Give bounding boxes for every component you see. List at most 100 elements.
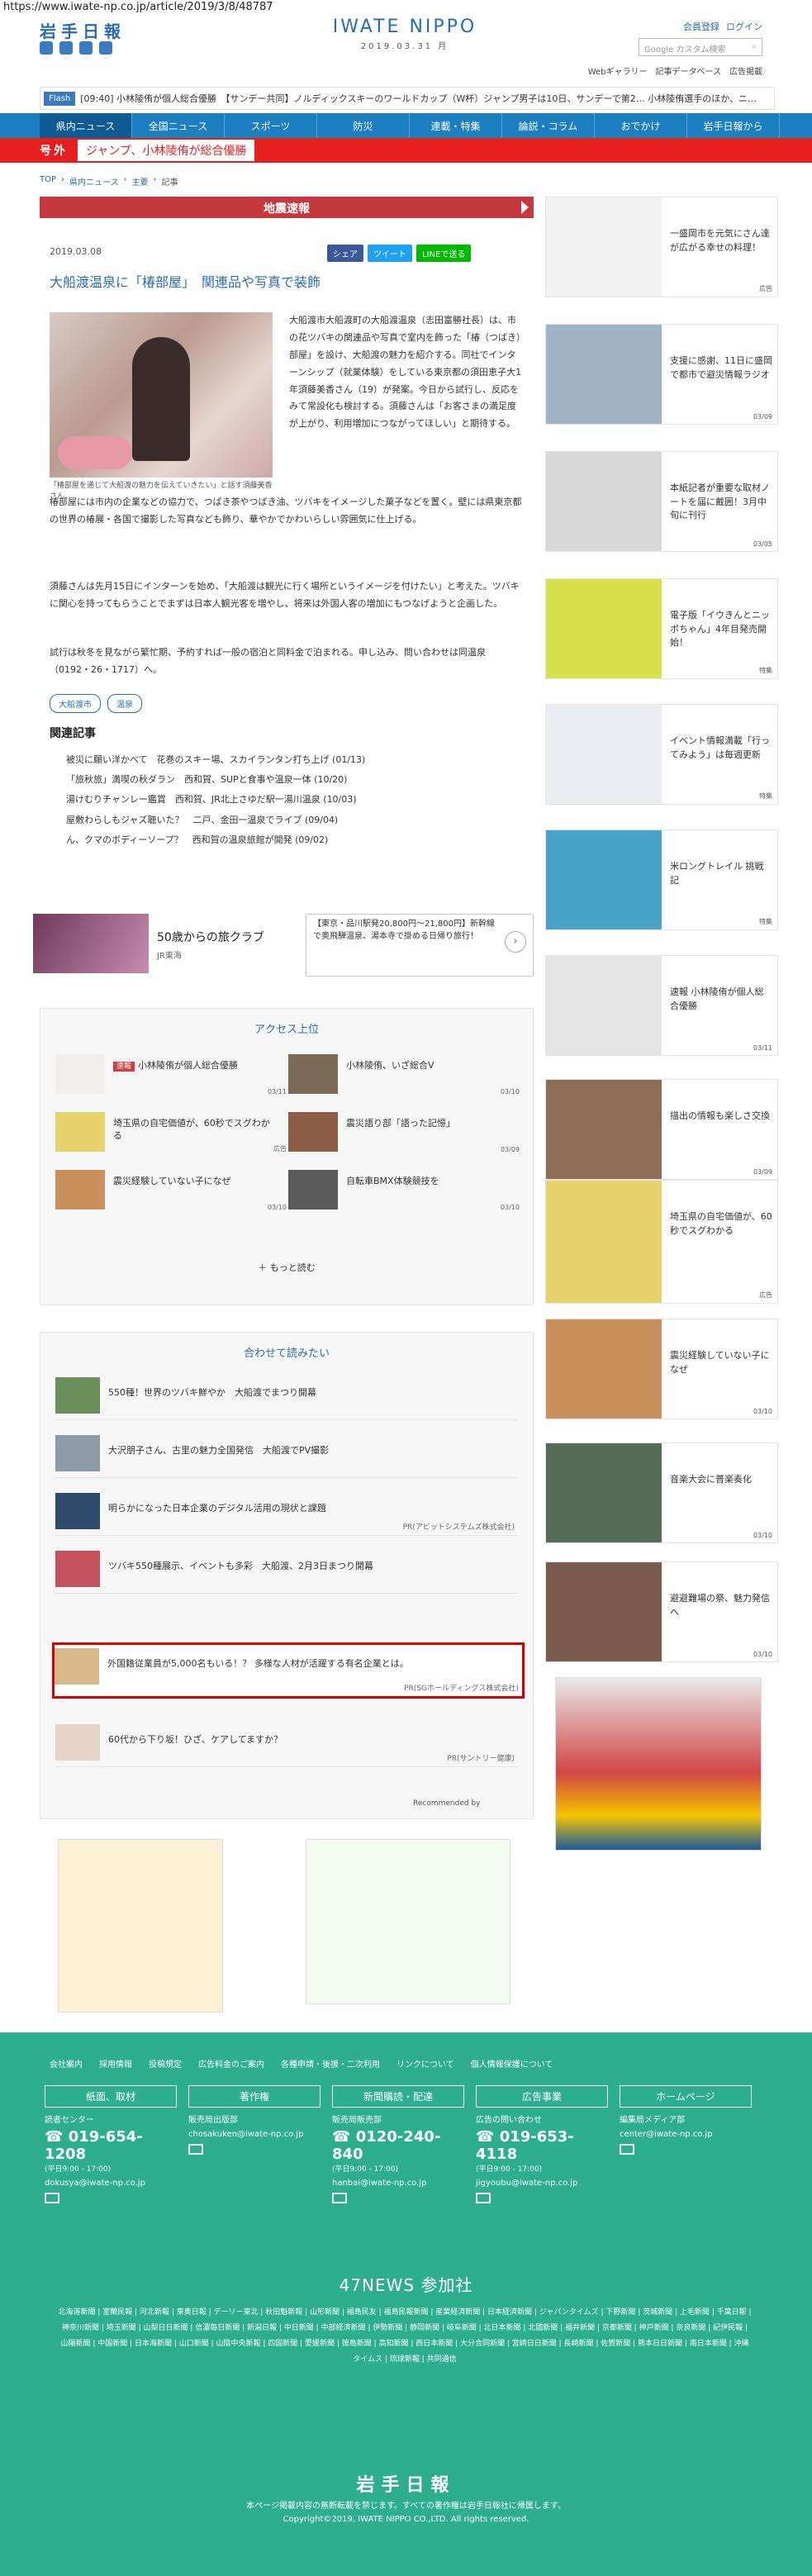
ranking-item[interactable]: 震災語り部「語った記憶」 03/09 (288, 1112, 520, 1153)
breadcrumb-local[interactable]: 県内ニュース (69, 175, 119, 188)
tour-ad[interactable]: 【東京・品川駅発20,800円～21,800円】新幹線で奥飛騨温泉、湯本寺で掛め… (306, 914, 534, 977)
phone-icon: ☎ 019-654-1208 (45, 2128, 143, 2163)
read-item[interactable]: ツバキ550種展示、イベントも多彩 大船渡、2月3日まつり開幕 (55, 1547, 518, 1594)
read-item-highlighted[interactable]: 外国籍従業員が5,000名もいる！？ 多様な人材が活躍する有名企業とは。 PR(… (52, 1642, 525, 1699)
mail-icon[interactable] (476, 2193, 491, 2203)
address-bar[interactable]: https://www.iwate-np.co.jp/article/2019/… (0, 0, 812, 15)
ranking-thumb (288, 1112, 338, 1152)
sidebar-item[interactable]: 本紙記者が重要な取材ノートを届に戴囲！3月中旬に刊行 03/05 (545, 451, 778, 552)
sidebar-item[interactable]: 米ロングトレイル 挑戦記 特集 (545, 829, 778, 930)
related-heading: 関連記事 (50, 727, 96, 740)
sidebar-item[interactable]: 埼玉県の自宅価値が、60秒でスグわかる 広告 (545, 1180, 778, 1304)
site-logo[interactable]: 岩手日報 (40, 18, 126, 42)
ranking-item[interactable]: 小林陵侑、いざ総合V 03/10 (288, 1054, 520, 1096)
nav-from-nippo[interactable]: 岩手日報から (687, 113, 780, 138)
tag-ofunato[interactable]: 大船渡市 (50, 694, 101, 713)
twitter-icon[interactable] (40, 41, 53, 55)
ranking-item[interactable]: 自転車BMX体験競技を 03/10 (288, 1170, 520, 1211)
sidebar-item[interactable]: 震災経験していない子になぜ 03/10 (545, 1319, 778, 1419)
instagram-icon[interactable] (79, 41, 93, 55)
nav-outing[interactable]: おでかけ (595, 113, 687, 138)
sidebar-item[interactable]: イベント情報満載「行ってみよう」は毎週更新 特集 (545, 704, 778, 805)
search-icon[interactable]: ⌕ (752, 42, 757, 52)
ranking-item[interactable]: 埼玉県の自宅価値が、60秒でスグわかる 広告 (55, 1112, 287, 1153)
mail-icon[interactable] (620, 2144, 634, 2155)
related-item[interactable]: 「旅秋旅」満喫の秋ダラン 西和賀、SUPと食事や温泉一体 (10/20) (66, 770, 529, 790)
nav-disaster[interactable]: 防災 (317, 113, 410, 138)
breadcrumb-top[interactable]: TOP (40, 175, 56, 188)
ranking-item[interactable]: 震災経験していない子になぜ 03/10 (55, 1170, 287, 1211)
facebook-share-button[interactable]: シェア (327, 245, 363, 262)
mail-icon[interactable] (332, 2193, 347, 2203)
mail-icon[interactable] (45, 2193, 59, 2203)
sublink-ads[interactable]: 広告掲載 (729, 64, 762, 77)
kanji-ad-banner[interactable] (58, 1839, 223, 2013)
recommended-by[interactable]: Recommended by (413, 1799, 480, 1808)
sidebar-item[interactable]: 一盛岡市を元気にさん達が広がる幸せの料理！ 広告 (545, 197, 778, 297)
main-nav: 県内ニュース 全国ニュース スポーツ 防災 連載・特集 論説・コラム おでかけ … (0, 113, 812, 138)
share-buttons: シェア ツイート LINEで送る (327, 245, 472, 262)
login-link[interactable]: ログイン (726, 20, 762, 33)
ranking-thumb (288, 1054, 338, 1094)
read-item[interactable]: 大沢朋子さん、古里の魅力全国発信 大船渡でPV撮影 (55, 1432, 518, 1478)
read-item[interactable]: 60代から下り坂！ひざ、ケアしてますか？ PR(サントリー健康) (55, 1721, 518, 1767)
article-tags: 大船渡市 温泉 (50, 694, 142, 713)
nav-column[interactable]: 論説・コラム (502, 113, 595, 138)
chevron-right-icon[interactable]: › (505, 931, 526, 953)
news-ticker[interactable]: Flash [09:40] 小林陵侑が個人総合優勝 【サンデー共同】ノルディック… (40, 87, 775, 110)
tag-onsen[interactable]: 温泉 (107, 694, 142, 713)
article-photo[interactable] (50, 312, 273, 478)
chevron-right-icon (521, 201, 529, 214)
traffic-map-ad-banner[interactable] (306, 1839, 510, 2004)
read-item[interactable]: 明らかになった日本企業のデジタル活用の現状と課題 PR(アビットシステムズ株式会… (55, 1490, 518, 1536)
sublink-database[interactable]: 記事データベース (656, 64, 722, 77)
access-heading: アクセス上位 (254, 1024, 319, 1036)
extra-headline[interactable]: ジャンプ、小林陵侑が総合優勝 (78, 140, 255, 161)
site-footer: 会社案内 採用情報 投稿規定 広告料金のご案内 各種申請・後援・二次利用 リンク… (0, 2032, 812, 2576)
related-item[interactable]: 被災に願い洋かべて 花巻のスキー場、スカイランタン打ち上げ (01/13) (66, 750, 529, 770)
read-item[interactable]: 550種！世界のツバキ鮮やか 大船渡でまつり開幕 (55, 1374, 518, 1420)
footer-col-homepage: ホームページ 編集局メディア部 center@iwate-np.co.jp (620, 2085, 752, 2155)
sidebar-item[interactable]: 速報 小林陵侑が個人総合優勝 03/11 (545, 955, 778, 1056)
tweet-button[interactable]: ツイート (368, 245, 412, 262)
ticker-text[interactable]: [09:40] 小林陵侑が個人総合優勝 【サンデー共同】ノルディックスキーのワー… (80, 92, 757, 105)
quake-label: 地震速報 (264, 202, 310, 216)
camellia-decor (58, 436, 132, 469)
partner-papers[interactable]: 北海道新聞 | 室蘭民報 | 河北新報 | 東奥日報 | デーリー東北 | 秋田… (58, 2305, 752, 2368)
facebook-icon[interactable] (59, 41, 73, 55)
sublink-gallery[interactable]: Webギャラリー (588, 64, 648, 77)
travel-club-ad[interactable]: 50歳からの旅クラブ JR東海 (33, 914, 297, 977)
phone-icon: ☎ 019-653-4118 (476, 2128, 574, 2163)
footer-logo[interactable]: 岩手日報 (0, 2470, 812, 2497)
ranking-item[interactable]: 速報 小林陵侑が個人総合優勝 03/11 (55, 1054, 287, 1096)
extra-edition-bar[interactable]: 号外 ジャンプ、小林陵侑が総合優勝 (0, 138, 812, 163)
register-link[interactable]: 会員登録 (683, 20, 719, 33)
sidebar-item[interactable]: 音楽大会に普楽奏化 03/10 (545, 1442, 778, 1543)
sidebar-item[interactable]: 描出の情報も楽しさ交換 03/09 (545, 1079, 778, 1180)
nav-local-news[interactable]: 県内ニュース (40, 113, 132, 138)
baseball-expo-ad[interactable] (555, 1677, 762, 1851)
nav-national-news[interactable]: 全国ニュース (132, 113, 225, 138)
article-paragraph-3: 須藤さんは先月15日にインターンを始め、「大船渡は観光に行く場所というイメージを… (50, 581, 520, 609)
breadcrumb-main[interactable]: 主要 (132, 175, 149, 188)
youtube-icon[interactable] (99, 41, 112, 55)
line-share-button[interactable]: LINEで送る (416, 245, 472, 262)
quake-alert-bar[interactable]: 地震速報 (40, 197, 534, 218)
ranking-thumb (288, 1170, 338, 1210)
related-item[interactable]: 湯けむりチャンレー鑑賞 西和賀、JR北上さゆだ駅一湯川温泉 (10/03) (66, 790, 529, 810)
mail-icon[interactable] (188, 2144, 203, 2155)
sidebar-item[interactable]: 電子版「イウきんとニッポちゃん」4年目発売開始！ 特集 (545, 578, 778, 679)
account-links: 会員登録 ログイン (683, 20, 762, 33)
sidebar-item[interactable]: 避避難場の祭、魅力発信へ 03/10 (545, 1561, 778, 1662)
more-button[interactable]: ＋ もっと読む (40, 1261, 534, 1274)
nav-series[interactable]: 連載・特集 (410, 113, 502, 138)
related-item[interactable]: 屋敷わらしもジャズ聴いた？ 二戸、金田一温泉でライブ (09/04) (66, 810, 529, 830)
article-paragraph-2: 椿部屋には市内の企業などの協力で、つばき茶やつばき油、ツバキをイメージした菓子な… (50, 497, 522, 525)
related-item[interactable]: ん、クマのボディーソープ？ 西和賀の温泉旅館が開発 (09/02) (66, 830, 529, 850)
ranking-thumb (55, 1054, 105, 1094)
sidebar-item[interactable]: 支援に感謝、11日に盛岡で都市で避災情報ラジオ 03/09 (545, 324, 778, 425)
footer-col-editorial: 紙面、取材 読者センター ☎ 019-654-1208 (平日9:00 - 17… (45, 2085, 177, 2203)
search-input[interactable]: Google カスタム検索 ⌕ (639, 38, 762, 56)
plus-icon: ＋ (258, 1262, 270, 1273)
nav-sports[interactable]: スポーツ (225, 113, 317, 138)
